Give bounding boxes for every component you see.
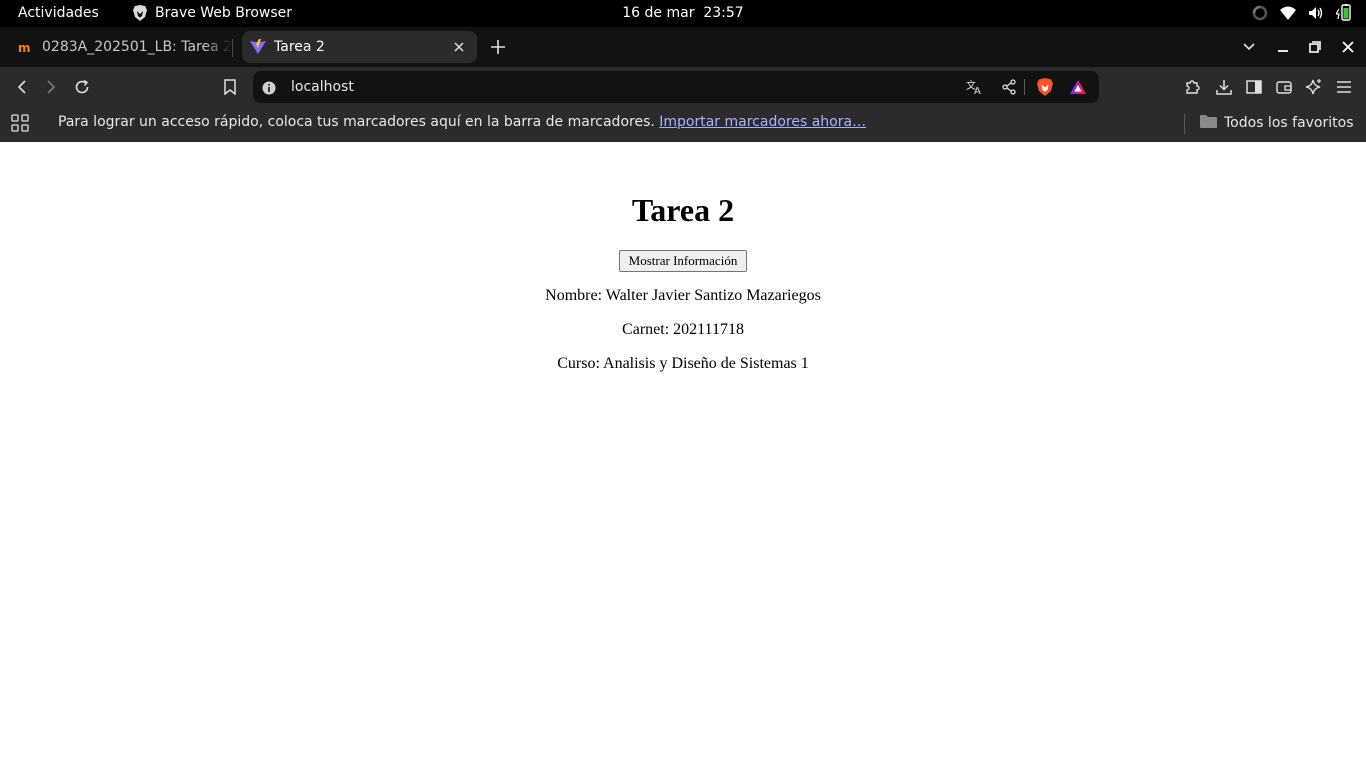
loading-spinner-icon — [1252, 5, 1268, 21]
tab-strip: m 0283A_202501_LB: Tarea 2 Tarea 2 — [0, 27, 1366, 67]
page-content: Tarea 2 Mostrar Información Nombre: Walt… — [0, 142, 1366, 768]
site-info-icon[interactable] — [262, 80, 276, 99]
volume-icon — [1308, 6, 1324, 20]
tab-search-chevron-down-icon[interactable] — [1239, 37, 1259, 57]
main-menu-hamburger-icon[interactable] — [1334, 77, 1354, 97]
tab-title: Tarea 2 — [274, 39, 325, 55]
page-title: Tarea 2 — [631, 192, 735, 228]
tab-title: 0283A_202501_LB: Tarea 2 — [42, 39, 232, 55]
all-bookmarks-button[interactable]: Todos los favoritos — [1200, 114, 1354, 132]
bookmarks-bar: Para lograr un acceso rápido, coloca tus… — [0, 107, 1366, 142]
clock-time: 23:57 — [703, 5, 744, 21]
downloads-icon[interactable] — [1214, 77, 1234, 97]
brave-shields-icon[interactable] — [1035, 77, 1055, 97]
bookmarks-hint-text: Para lograr un acceso rápido, coloca tus… — [58, 114, 655, 130]
import-bookmarks-link[interactable]: Importar marcadores ahora… — [659, 114, 866, 130]
sidebar-toggle-icon[interactable] — [1244, 77, 1264, 97]
address-bar-divider — [1024, 79, 1025, 95]
tab-tarea-2[interactable]: Tarea 2 — [242, 31, 477, 63]
battery-charging-icon — [1336, 4, 1352, 22]
minimize-icon[interactable] — [1273, 37, 1293, 57]
system-top-bar: Actividades Brave Web Browser 16 de mar … — [0, 0, 1366, 27]
new-tab-icon[interactable] — [488, 37, 508, 57]
apps-grid-icon[interactable] — [11, 114, 29, 136]
svg-text:m: m — [18, 41, 31, 55]
show-info-button[interactable]: Mostrar Información — [619, 250, 747, 272]
wifi-icon — [1280, 6, 1296, 20]
close-tab-icon[interactable] — [449, 37, 469, 57]
wallet-icon[interactable] — [1274, 77, 1294, 97]
moodle-icon: m — [18, 39, 34, 55]
student-carnet: Carnet: 202111718 — [622, 321, 744, 338]
tab-divider — [232, 39, 233, 57]
browser-toolbar: localhost 文A — [0, 67, 1366, 107]
bookmarks-divider — [1184, 114, 1185, 134]
translate-icon[interactable]: 文A — [965, 77, 985, 97]
close-window-icon[interactable] — [1338, 37, 1358, 57]
forward-arrow-icon[interactable] — [41, 77, 61, 97]
system-tray[interactable] — [1252, 4, 1352, 22]
leo-ai-sparkle-icon[interactable] — [1304, 77, 1324, 97]
tab-moodle[interactable]: m 0283A_202501_LB: Tarea 2 — [10, 31, 232, 63]
clock[interactable]: 16 de mar 23:57 — [0, 5, 1366, 21]
folder-icon — [1200, 114, 1217, 132]
course-name: Curso: Analisis y Diseño de Sistemas 1 — [557, 355, 809, 372]
reload-icon[interactable] — [72, 77, 92, 97]
svg-text:A: A — [974, 86, 981, 95]
extensions-puzzle-icon[interactable] — [1183, 77, 1203, 97]
student-name: Nombre: Walter Javier Santizo Mazariegos — [545, 287, 821, 304]
restore-icon[interactable] — [1305, 37, 1325, 57]
url-text[interactable]: localhost — [291, 79, 354, 95]
all-bookmarks-label: Todos los favoritos — [1224, 115, 1354, 131]
bookmark-icon[interactable] — [220, 77, 240, 97]
brave-rewards-icon[interactable] — [1068, 77, 1088, 97]
bookmarks-empty-message: Para lograr un acceso rápido, coloca tus… — [58, 114, 866, 130]
vite-icon — [250, 39, 266, 55]
share-icon[interactable] — [999, 77, 1019, 97]
back-arrow-icon[interactable] — [12, 77, 32, 97]
clock-date: 16 de mar — [622, 5, 695, 21]
address-bar[interactable]: localhost 文A — [253, 71, 1099, 103]
